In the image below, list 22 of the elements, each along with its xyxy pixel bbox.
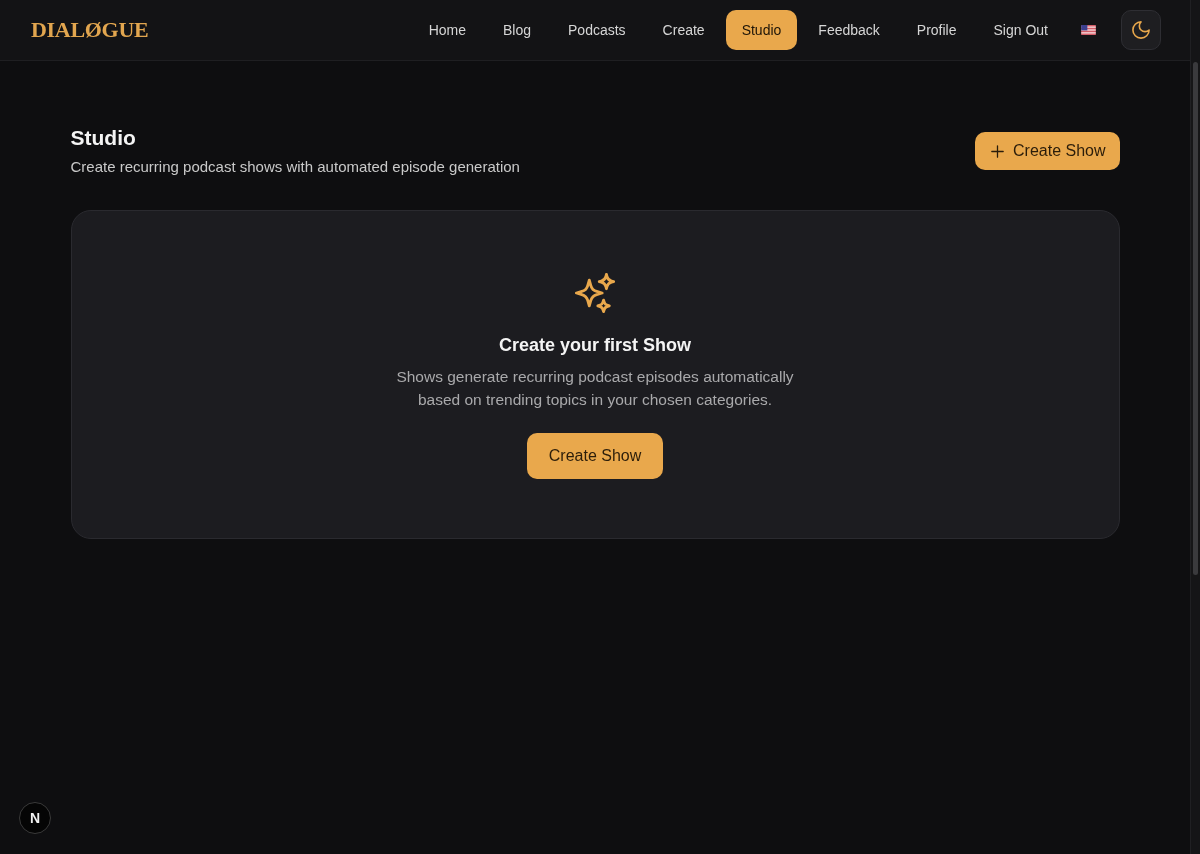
nav-link[interactable]: Create (646, 10, 721, 50)
empty-state-title: Create your first Show (498, 334, 691, 357)
nav-link[interactable]: Sign Out (977, 10, 1064, 50)
empty-state-description: Shows generate recurring podcast episodes automatically based on trending topics in your chosen categories. (395, 367, 795, 410)
nav-link[interactable]: Feedback (802, 10, 896, 50)
moon-icon (1132, 21, 1150, 39)
logo[interactable]: DIALØGUE (31, 17, 149, 43)
us-flag-icon (1081, 25, 1096, 35)
page-subtitle: Create recurring podcast shows with automated episode generation (70, 157, 520, 177)
nav-link[interactable]: Podcasts (552, 10, 642, 50)
theme-toggle-button[interactable] (1121, 10, 1161, 50)
page-title: Studio (70, 125, 137, 151)
nav-link[interactable]: Blog (487, 10, 547, 50)
nav-link[interactable]: Home (412, 10, 482, 50)
sparkles-icon (575, 273, 615, 313)
create-show-button[interactable]: Create Show (526, 433, 664, 479)
dev-tools-button[interactable]: N (19, 802, 51, 834)
scrollbar-thumb[interactable] (1193, 62, 1198, 575)
nav-link[interactable]: Studio (725, 10, 798, 50)
create-show-button[interactable]: Create Show (975, 132, 1120, 170)
plus-icon (991, 144, 1004, 158)
nav-link[interactable]: Profile (900, 10, 973, 50)
